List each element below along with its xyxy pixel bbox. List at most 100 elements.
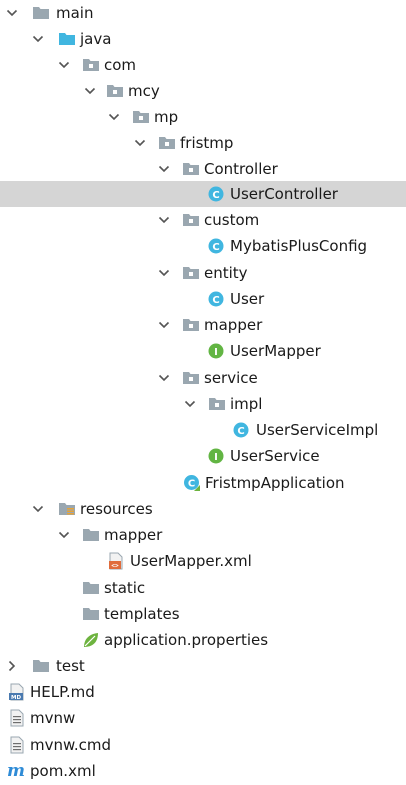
tree-item-label: FristmpApplication [205, 474, 345, 492]
package-icon [182, 316, 200, 334]
chevron-down-icon[interactable] [158, 267, 170, 279]
package-icon [106, 82, 124, 100]
tree-item-label: mapper [104, 526, 163, 544]
tree-row-resources[interactable]: resources [0, 496, 406, 522]
svg-text:MD: MD [11, 695, 21, 701]
tree-item-label: UserService [230, 447, 320, 465]
package-icon [132, 108, 150, 126]
tree-row-fristmpapplication[interactable]: C FristmpApplication [0, 470, 406, 496]
tree-row-java[interactable]: java [0, 26, 406, 52]
package-icon [182, 264, 200, 282]
chevron-down-icon[interactable] [6, 7, 18, 19]
chevron-down-icon[interactable] [158, 319, 170, 331]
chevron-down-icon[interactable] [158, 214, 170, 226]
tree-item-label: UserMapper.xml [130, 552, 252, 570]
source-folder-icon [58, 30, 76, 48]
tree-row-usermapper[interactable]: I UserMapper [0, 338, 406, 364]
tree-item-label: static [104, 579, 146, 597]
package-icon [182, 369, 200, 387]
maven-file-icon: m [7, 762, 25, 780]
tree-item-label: UserServiceImpl [256, 421, 379, 439]
package-icon [182, 160, 200, 178]
folder-icon [32, 657, 50, 675]
tree-row-pom-xml[interactable]: m pom.xml [0, 758, 406, 784]
svg-text:m: m [7, 762, 25, 780]
tree-row-mapper-folder[interactable]: mapper [0, 522, 406, 548]
svg-text:I: I [214, 452, 218, 463]
tree-item-label: com [104, 56, 137, 74]
tree-row-entity[interactable]: entity [0, 260, 406, 286]
tree-row-mapper-package[interactable]: mapper [0, 312, 406, 338]
tree-item-label: resources [80, 500, 153, 518]
text-file-icon [8, 709, 26, 727]
svg-text:C: C [212, 242, 219, 253]
tree-item-label: User [230, 290, 265, 308]
tree-item-label: entity [204, 264, 248, 282]
tree-item-label: mp [154, 108, 179, 126]
tree-row-usercontroller[interactable]: C UserController [0, 181, 406, 207]
package-icon [182, 211, 200, 229]
tree-row-custom[interactable]: custom [0, 207, 406, 233]
tree-row-help-md[interactable]: MD HELP.md [0, 679, 406, 705]
chevron-down-icon[interactable] [58, 59, 70, 71]
class-icon: C [207, 290, 225, 308]
class-icon: C [207, 237, 225, 255]
tree-row-mybatisplusconfig[interactable]: C MybatisPlusConfig [0, 233, 406, 259]
tree-row-userservice[interactable]: I UserService [0, 443, 406, 469]
tree-item-label: mcy [128, 82, 160, 100]
tree-row-templates[interactable]: templates [0, 601, 406, 627]
tree-row-test[interactable]: test [0, 653, 406, 679]
tree-item-label: MybatisPlusConfig [230, 237, 368, 255]
tree-item-label: templates [104, 605, 180, 623]
tree-row-fristmp[interactable]: fristmp [0, 130, 406, 156]
folder-icon [32, 4, 50, 22]
tree-item-label: UserMapper [230, 342, 321, 360]
svg-text:<>: <> [111, 563, 119, 570]
chevron-down-icon[interactable] [58, 529, 70, 541]
chevron-down-icon[interactable] [84, 85, 96, 97]
chevron-down-icon[interactable] [158, 372, 170, 384]
tree-row-mp[interactable]: mp [0, 104, 406, 130]
chevron-down-icon[interactable] [32, 33, 44, 45]
tree-row-com[interactable]: com [0, 52, 406, 78]
chevron-down-icon[interactable] [184, 398, 196, 410]
svg-text:C: C [212, 295, 219, 306]
tree-item-label: HELP.md [30, 683, 95, 701]
tree-item-label: custom [204, 211, 260, 229]
chevron-right-icon[interactable] [6, 660, 18, 672]
markdown-file-icon: MD [8, 683, 26, 701]
folder-icon [82, 605, 100, 623]
folder-icon [82, 526, 100, 544]
tree-item-label: application.properties [104, 631, 269, 649]
tree-row-controller[interactable]: Controller [0, 156, 406, 182]
chevron-down-icon[interactable] [32, 503, 44, 515]
chevron-down-icon[interactable] [108, 111, 120, 123]
tree-row-usermapper-xml[interactable]: <> UserMapper.xml [0, 548, 406, 574]
interface-icon: I [207, 447, 225, 465]
tree-item-label: main [56, 4, 94, 22]
tree-row-user[interactable]: C User [0, 286, 406, 312]
package-icon [158, 134, 176, 152]
tree-row-impl[interactable]: impl [0, 391, 406, 417]
tree-row-userserviceimpl[interactable]: C UserServiceImpl [0, 417, 406, 443]
tree-row-mcy[interactable]: mcy [0, 78, 406, 104]
tree-row-application-properties[interactable]: application.properties [0, 627, 406, 653]
tree-item-label: java [80, 30, 112, 48]
tree-row-static[interactable]: static [0, 575, 406, 601]
tree-item-label: Controller [204, 160, 278, 178]
tree-row-mvnw[interactable]: mvnw [0, 705, 406, 731]
resources-folder-icon [58, 500, 76, 518]
package-icon [208, 395, 226, 413]
svg-text:C: C [212, 190, 219, 201]
tree-row-service[interactable]: service [0, 365, 406, 391]
tree-row-mvnw-cmd[interactable]: mvnw.cmd [0, 732, 406, 758]
tree-row-main[interactable]: main [0, 0, 406, 26]
chevron-down-icon[interactable] [134, 137, 146, 149]
tree-item-label: mvnw [30, 709, 76, 727]
svg-text:I: I [214, 347, 218, 358]
chevron-down-icon[interactable] [158, 163, 170, 175]
folder-icon [82, 579, 100, 597]
svg-text:C: C [237, 426, 244, 437]
interface-icon: I [207, 342, 225, 360]
xml-file-icon: <> [107, 552, 125, 570]
